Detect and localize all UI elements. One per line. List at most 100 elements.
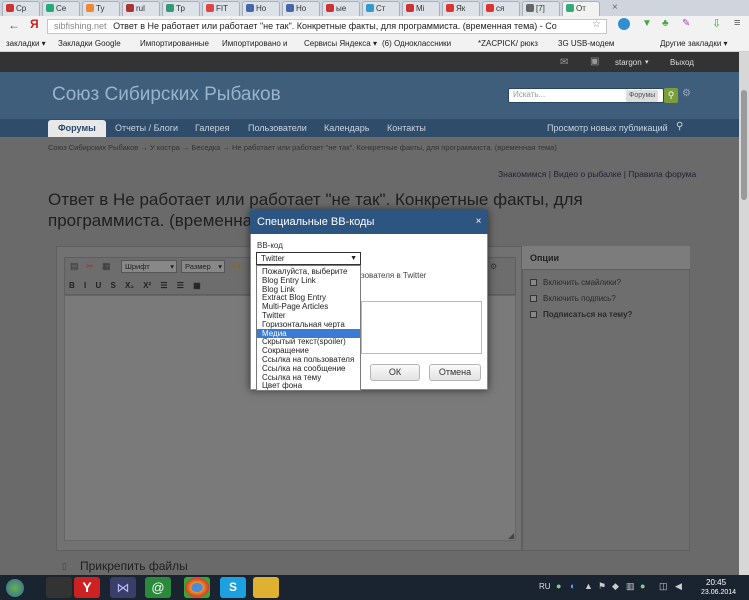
text-color-icon[interactable]: A▾ (231, 261, 242, 272)
tray-icon[interactable]: ◐ (570, 581, 575, 591)
new-content-link[interactable]: Просмотр новых публикаций (547, 123, 668, 133)
forum-links[interactable]: Знакомимся | Видео о рыбалке | Правила ф… (498, 169, 696, 179)
taskbar-app-icon[interactable] (46, 577, 72, 598)
editor-settings-icon[interactable]: ⚙ (490, 262, 497, 271)
browser-tab[interactable]: ся (482, 1, 520, 16)
nav-tab[interactable]: Календарь (324, 120, 369, 137)
bbcode-option[interactable]: Горизонтальная черта (257, 320, 360, 329)
bookmark-item[interactable]: Импортировано и (222, 39, 288, 48)
location-icon[interactable]: ⚲ (676, 121, 683, 132)
bookmark-item[interactable]: 3G USB-модем (558, 39, 614, 48)
leaf-icon[interactable]: ♣ (662, 18, 669, 29)
breadcrumb[interactable]: Союз Сибирских Рыбаков → У костра → Бесе… (48, 143, 738, 152)
format-buttons[interactable]: B I U S X₂ X² ☰ ☰ ▦ (69, 281, 201, 290)
paste-icon[interactable]: ✂ (86, 261, 94, 272)
bbcode-option[interactable]: Ссылка на пользователя (257, 355, 360, 364)
tray-icon[interactable]: ◫ (659, 581, 668, 592)
chrome-icon[interactable] (184, 577, 210, 598)
username-link[interactable]: stargon (615, 58, 642, 67)
save-page-icon[interactable]: ⇩ (712, 17, 721, 30)
browser-tab[interactable]: Мі (402, 1, 440, 16)
back-icon[interactable]: ← (8, 18, 20, 32)
search-scope[interactable]: Форумы (626, 90, 659, 102)
tray-icon[interactable]: ● (640, 581, 645, 591)
close-tab-icon[interactable]: × (612, 2, 618, 13)
attach-files-heading[interactable]: Прикрепить файлы (80, 559, 188, 573)
start-icon[interactable] (6, 579, 24, 597)
bookmark-item[interactable]: *ZACPICK/ рюкз (478, 39, 538, 48)
clock-time[interactable]: 20:45 (706, 578, 726, 587)
site-title[interactable]: Союз Сибирских Рыбаков (52, 84, 281, 106)
tray-icon[interactable]: ◆ (612, 581, 619, 592)
bookmark-item[interactable]: (6) Одноклассники (382, 39, 451, 48)
nav-tab[interactable]: Пользователи (248, 120, 307, 137)
ok-button[interactable]: ОК (370, 364, 420, 381)
browser-tab[interactable]: ые (322, 1, 360, 16)
bbcode-option[interactable]: Ссылка на сообщение (257, 364, 360, 373)
browser-tab[interactable]: Но (242, 1, 280, 16)
size-select[interactable]: Размер ▾ (181, 260, 225, 273)
browser-tab[interactable]: Но (282, 1, 320, 16)
browser-tab[interactable]: Тр (162, 1, 200, 16)
bbcode-option[interactable]: Сокращение (257, 346, 360, 355)
mail-icon[interactable]: ✉ (560, 57, 568, 68)
bbcode-select[interactable]: Twitter ▼ (256, 252, 361, 265)
bookmark-item[interactable]: Другие закладки ▾ (660, 39, 728, 48)
resize-handle-icon[interactable]: ◢ (508, 531, 514, 540)
pen-icon[interactable]: ✎ (682, 18, 690, 29)
clock-date[interactable]: 23.06.2014 (701, 589, 736, 596)
browser-tab[interactable]: Ср (2, 1, 40, 16)
format-icon[interactable]: ▦ (102, 261, 111, 272)
browser-tab[interactable]: Ту (82, 1, 120, 16)
url-input[interactable]: sibfishing.net Ответ в Не работает или р… (47, 19, 607, 34)
bbcode-option-textarea[interactable] (361, 301, 482, 354)
bookmark-item[interactable]: Закладки Google (58, 39, 121, 48)
bbcode-option[interactable]: Twitter (257, 311, 360, 320)
bbcode-option[interactable]: Медиа (257, 328, 360, 338)
bbcode-option[interactable]: Пожалуйста, выберите (257, 267, 360, 276)
folder-icon[interactable] (253, 577, 279, 598)
bbcode-option[interactable]: Multi-Page Articles (257, 302, 360, 311)
user-dropdown-icon[interactable]: ▾ (645, 58, 649, 66)
checkbox-icon[interactable] (530, 311, 537, 318)
bookmark-item[interactable]: Импортированные (140, 39, 209, 48)
checkbox-checked-icon[interactable] (530, 295, 537, 302)
tray-icon[interactable]: ● (556, 581, 561, 591)
star-icon[interactable]: ☆ (592, 19, 601, 30)
download-icon[interactable]: ▼ (642, 18, 652, 29)
browser-tab[interactable]: Се (42, 1, 80, 16)
option-signature[interactable]: Включить подпись? (530, 294, 616, 303)
font-select[interactable]: Шрифт ▾ (121, 260, 177, 273)
search-input[interactable]: Искать... (513, 90, 545, 99)
gear-icon[interactable]: ⚙ (682, 88, 691, 99)
browser-tab[interactable]: Як (442, 1, 480, 16)
bbcode-option[interactable]: Blog Link (257, 285, 360, 294)
bookmark-item[interactable]: Сервисы Яндекса ▾ (304, 39, 377, 48)
bbcode-option[interactable]: Extract Blog Entry (257, 293, 360, 302)
menu-icon[interactable]: ≡ (734, 17, 740, 29)
bookmark-item[interactable]: закладки ▾ (6, 39, 46, 48)
checkbox-checked-icon[interactable] (530, 279, 537, 286)
volume-icon[interactable]: ◀ (675, 581, 682, 592)
nav-tab[interactable]: Форумы (48, 120, 106, 137)
bbcode-option[interactable]: Цвет фона (257, 381, 360, 390)
close-icon[interactable]: × (472, 215, 485, 228)
nav-tab[interactable]: Отчеты / Блоги (115, 120, 178, 137)
option-smilies[interactable]: Включить смайлики? (530, 278, 621, 287)
user-icon[interactable]: ▣ (590, 56, 599, 67)
skype-icon[interactable]: S (220, 577, 246, 598)
bbcode-option[interactable]: Скрытый текст(spoiler) (257, 337, 360, 346)
scrollbar-thumb[interactable] (741, 90, 747, 200)
browser-tab[interactable]: От (562, 1, 600, 16)
option-subscribe[interactable]: Подписаться на тему? (530, 310, 632, 319)
extension-icon[interactable] (618, 18, 630, 30)
language-indicator[interactable]: RU (539, 582, 551, 591)
nav-tab[interactable]: Галерея (195, 120, 230, 137)
tray-icon[interactable]: ▲ (584, 581, 593, 591)
browser-tab[interactable]: rul (122, 1, 160, 16)
yandex-browser-icon[interactable]: Y (74, 577, 100, 598)
browser-tab[interactable]: [7] (522, 1, 560, 16)
cancel-button[interactable]: Отмена (429, 364, 481, 381)
mail-agent-icon[interactable]: @ (145, 577, 171, 598)
app-bowtie-icon[interactable]: ⋈ (110, 577, 136, 598)
